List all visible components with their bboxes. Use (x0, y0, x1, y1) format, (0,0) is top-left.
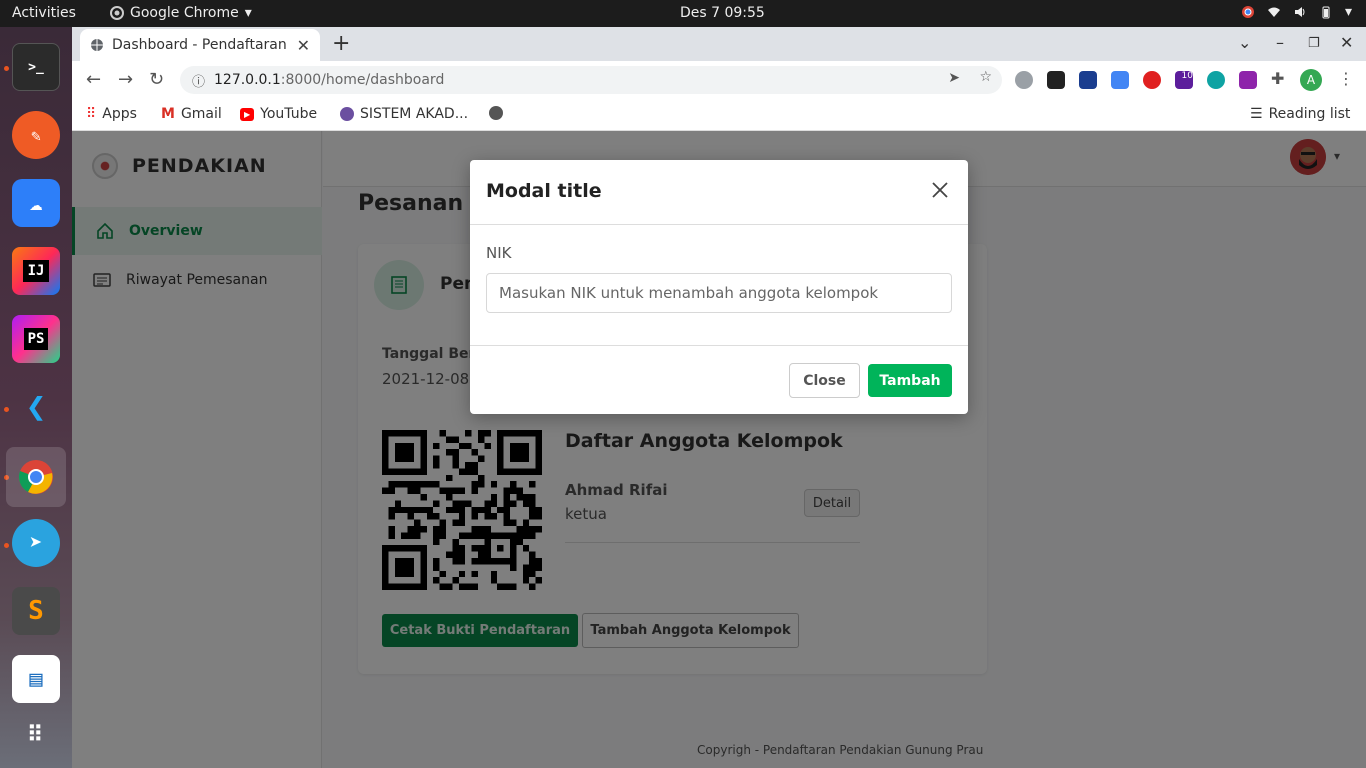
libreoffice-writer-icon[interactable]: ▤ (12, 655, 60, 703)
extension-badge-icon[interactable]: 10 (1175, 71, 1193, 89)
dock: >_ ✎ ☁ IJ PS ❮ ➤ S ▤ ⠿ (0, 27, 72, 768)
bookmark-label: YouTube (260, 106, 318, 122)
back-icon[interactable]: ← (86, 69, 101, 90)
chrome-tray-icon (1241, 6, 1254, 18)
new-tab-button[interactable]: + (332, 31, 350, 56)
cloud-icon[interactable]: ☁ (12, 179, 60, 227)
modal-footer: Close Tambah (470, 345, 968, 414)
maximize-icon[interactable]: ❐ (1308, 36, 1320, 51)
bookmark-label: Apps (102, 106, 137, 122)
terminal-icon[interactable]: >_ (12, 43, 60, 91)
bookmark-sistem-akad[interactable]: SISTEM AKAD... (340, 106, 468, 122)
web-page: PENDAKIAN Overview Riwayat Pemesanan ▾ P… (72, 131, 1366, 768)
extension-briefcase-icon[interactable] (1079, 71, 1097, 89)
chrome-icon[interactable] (6, 447, 66, 507)
vscode-icon[interactable]: ❮ (12, 383, 60, 431)
power-menu-icon: ▾ (1344, 4, 1352, 20)
apps-grid-icon[interactable]: ⠿ (12, 711, 60, 759)
phpstorm-icon[interactable]: PS (12, 315, 60, 363)
forward-icon[interactable]: → (118, 69, 133, 90)
address-bar[interactable]: ⓘ 127.0.0.1:8000/home/dashboard ➤ ☆ (180, 66, 1002, 94)
nik-input[interactable] (486, 273, 952, 313)
running-indicator (4, 543, 9, 548)
more-menu-icon[interactable]: ⋮ (1338, 69, 1354, 88)
youtube-icon: ▶ (240, 107, 255, 121)
battery-icon (1322, 6, 1330, 19)
extension-translate-icon[interactable] (1111, 71, 1129, 89)
extension-globe-icon[interactable] (1015, 71, 1033, 89)
globe-icon (91, 39, 103, 51)
extension-search-icon[interactable] (1207, 71, 1225, 89)
reading-list-label: Reading list (1268, 106, 1351, 122)
extension-badge-count: 10 (1181, 71, 1193, 81)
bookmark-gmail[interactable]: M Gmail (161, 106, 222, 122)
activities-button[interactable]: Activities (12, 5, 76, 21)
bookmark-apps[interactable]: ⠿ Apps (86, 106, 137, 122)
bookmark-globe[interactable] (489, 106, 503, 120)
system-tray[interactable]: ▾ (1241, 4, 1352, 20)
browser-toolbar: ← → ↻ ⓘ 127.0.0.1:8000/home/dashboard ➤ … (72, 61, 1366, 99)
tambah-button[interactable]: Tambah (868, 364, 952, 397)
modal-close-icon[interactable] (926, 176, 954, 204)
chrome-logo-icon (18, 460, 53, 494)
bookmark-label: SISTEM AKAD... (360, 106, 469, 122)
globe-icon (489, 106, 503, 120)
volume-icon (1294, 7, 1305, 17)
bookmark-youtube[interactable]: ▶ YouTube (240, 106, 317, 122)
intellij-icon[interactable]: IJ (12, 247, 60, 295)
system-top-bar: Activities Google Chrome ▾ Des 7 09:55 ▾ (0, 0, 1366, 27)
send-icon[interactable]: ➤ (948, 70, 960, 86)
app-menu[interactable]: Google Chrome ▾ (110, 5, 252, 21)
minimize-icon[interactable]: – (1276, 33, 1284, 52)
modal-header: Modal title (470, 160, 968, 225)
extension-opera-icon[interactable] (1143, 71, 1161, 89)
bookmarks-bar: ⠿ Apps M Gmail ▶ YouTube SISTEM AKAD... … (72, 99, 1366, 131)
postman-icon[interactable]: ✎ (12, 111, 60, 159)
clock[interactable]: Des 7 09:55 (680, 5, 765, 21)
sublime-icon[interactable]: S (12, 587, 60, 635)
chrome-small-icon (110, 6, 124, 20)
url-host: 127.0.0.1 (214, 72, 281, 88)
extension-person-icon[interactable] (1239, 71, 1257, 89)
close-tab-icon[interactable]: ✕ (297, 36, 310, 55)
app-menu-label: Google Chrome (130, 5, 239, 21)
close-button[interactable]: Close (789, 363, 860, 398)
tab-search-icon[interactable]: ⌄ (1238, 33, 1251, 52)
url-path: :8000/home/dashboard (280, 72, 445, 88)
profile-avatar[interactable]: A (1300, 69, 1322, 91)
campus-logo-icon (340, 107, 354, 121)
running-indicator (4, 66, 9, 71)
extensions-puzzle-icon[interactable]: ✚ (1271, 69, 1284, 88)
apps-grid-small-icon: ⠿ (86, 106, 97, 122)
telegram-icon[interactable]: ➤ (12, 519, 60, 567)
browser-window: Dashboard - Pendaftaran ✕ + ⌄ – ❐ ✕ ← → … (72, 27, 1366, 768)
bookmark-star-icon[interactable]: ☆ (979, 69, 992, 85)
reading-list-button[interactable]: ☰ Reading list (1250, 106, 1350, 122)
reload-icon[interactable]: ↻ (149, 69, 164, 90)
info-icon[interactable]: ⓘ (192, 71, 205, 90)
profile-initial: A (1306, 73, 1316, 87)
reading-list-icon: ☰ (1250, 106, 1263, 122)
chevron-down-icon: ▾ (244, 5, 252, 21)
gmail-icon: M (161, 106, 175, 122)
extension-camera-icon[interactable] (1047, 71, 1065, 89)
tab-title: Dashboard - Pendaftaran (112, 37, 287, 53)
close-window-icon[interactable]: ✕ (1340, 33, 1353, 52)
wifi-icon (1267, 7, 1280, 17)
bookmark-label: Gmail (180, 106, 222, 122)
modal-title: Modal title (486, 180, 602, 202)
add-member-modal: Modal title NIK Close Tambah (470, 160, 968, 414)
tab-strip: Dashboard - Pendaftaran ✕ + ⌄ – ❐ ✕ (72, 27, 1366, 61)
tab-dashboard[interactable]: Dashboard - Pendaftaran ✕ (80, 29, 320, 61)
nik-label: NIK (486, 244, 512, 262)
running-indicator (4, 407, 9, 412)
